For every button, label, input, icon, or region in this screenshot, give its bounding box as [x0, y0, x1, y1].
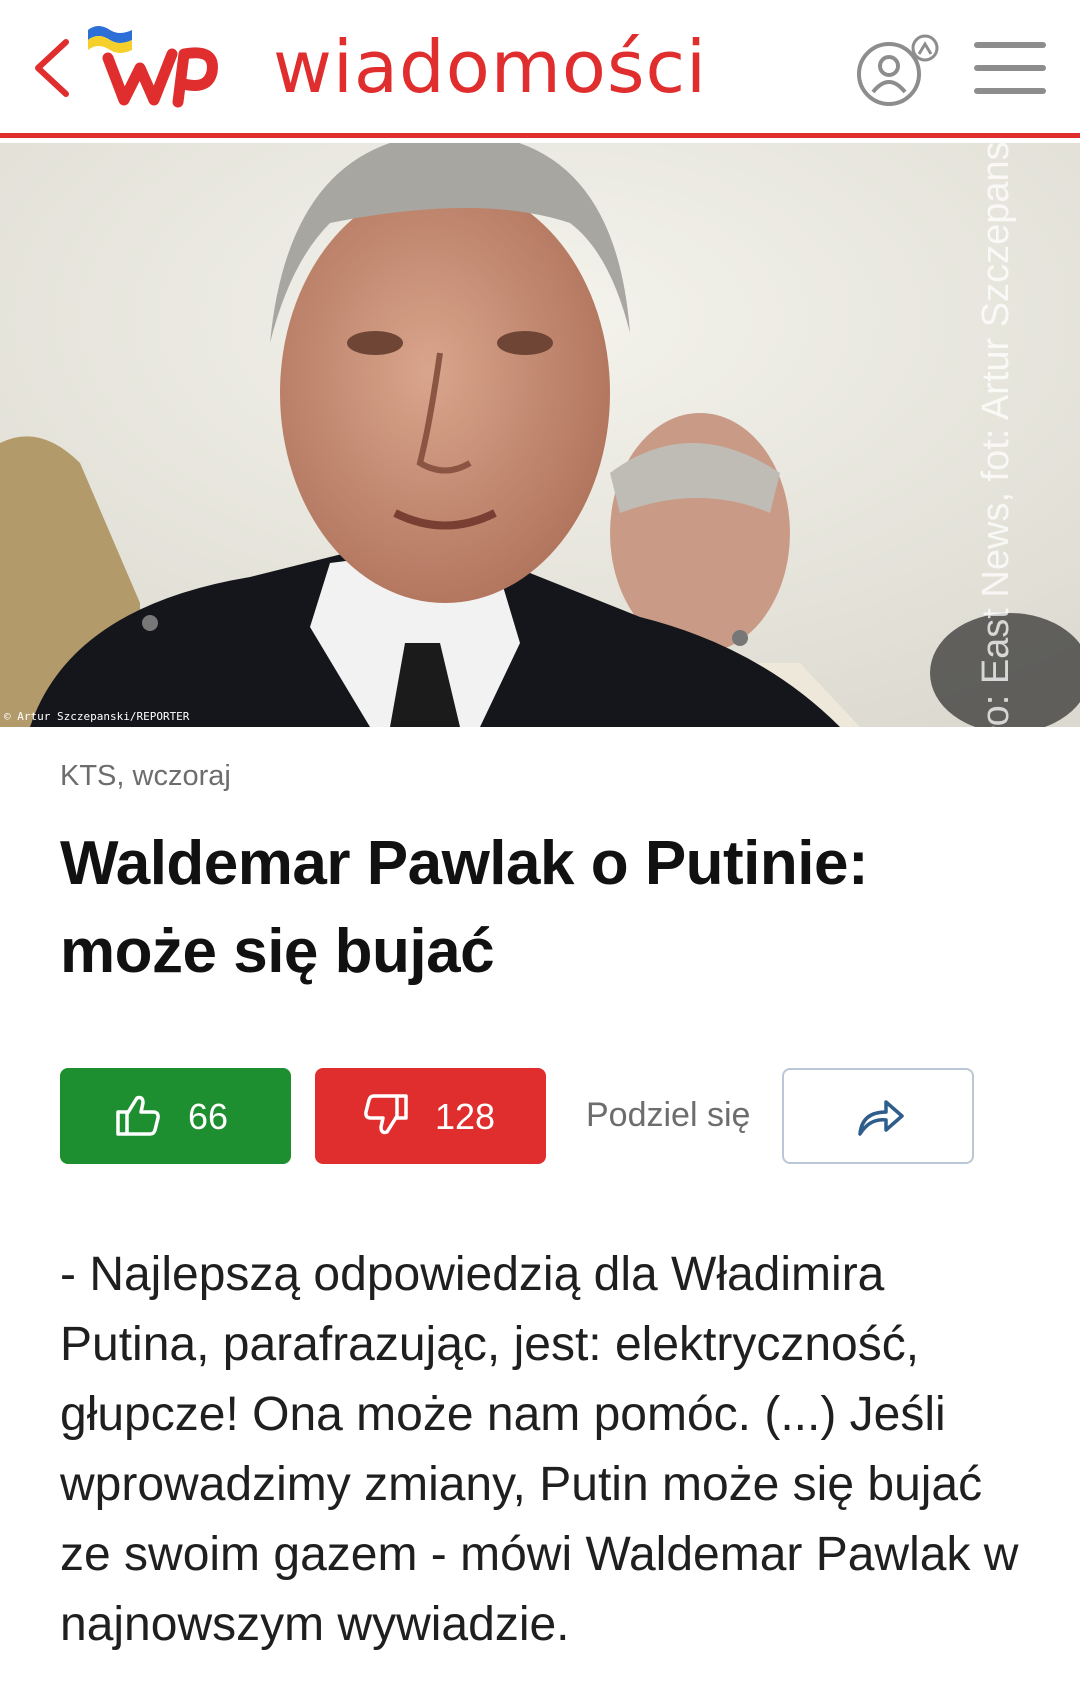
back-button[interactable]	[30, 36, 78, 100]
article-lead: - Najlepszą odpowiedzią dla Władimira Pu…	[60, 1248, 1019, 1651]
share-arrow-icon	[858, 1100, 904, 1136]
thumbs-up-icon	[116, 1095, 160, 1136]
like-count: 66	[188, 1096, 229, 1137]
chevron-left-icon	[35, 39, 69, 97]
top-bar: wiadomości	[0, 0, 1080, 138]
photo-tag: © Artur Szczepanski/REPORTER	[4, 710, 190, 723]
wp-logo[interactable]	[88, 18, 222, 110]
dislike-button[interactable]: 128	[315, 1068, 546, 1164]
hero-image: Źródło: East News, fot: Artur Szczepansk…	[0, 143, 1080, 727]
article-meta: KTS, wczoraj	[60, 760, 231, 792]
wp-logo-icon	[88, 26, 218, 108]
like-button[interactable]: 66	[60, 1068, 291, 1164]
dislike-count: 128	[435, 1096, 496, 1137]
menu-button[interactable]	[974, 42, 1046, 94]
share-label: Podziel się	[586, 1096, 751, 1134]
user-profile-icon	[857, 34, 939, 106]
brand-title: wiadomości	[273, 25, 708, 109]
profile-button[interactable]	[855, 30, 941, 110]
article-title: Waldemar Pawlak o Putinie: może się buja…	[60, 829, 869, 986]
hamburger-menu-icon	[974, 42, 1046, 94]
photo-credit: Źródło: East News, fot: Artur Szczepansk…	[975, 143, 1017, 727]
thumbs-down-icon	[364, 1094, 408, 1135]
photo-credit-vertical: Źródło: East News, fot: Artur Szczepansk…	[915, 143, 1045, 727]
share-button[interactable]	[782, 1068, 974, 1164]
